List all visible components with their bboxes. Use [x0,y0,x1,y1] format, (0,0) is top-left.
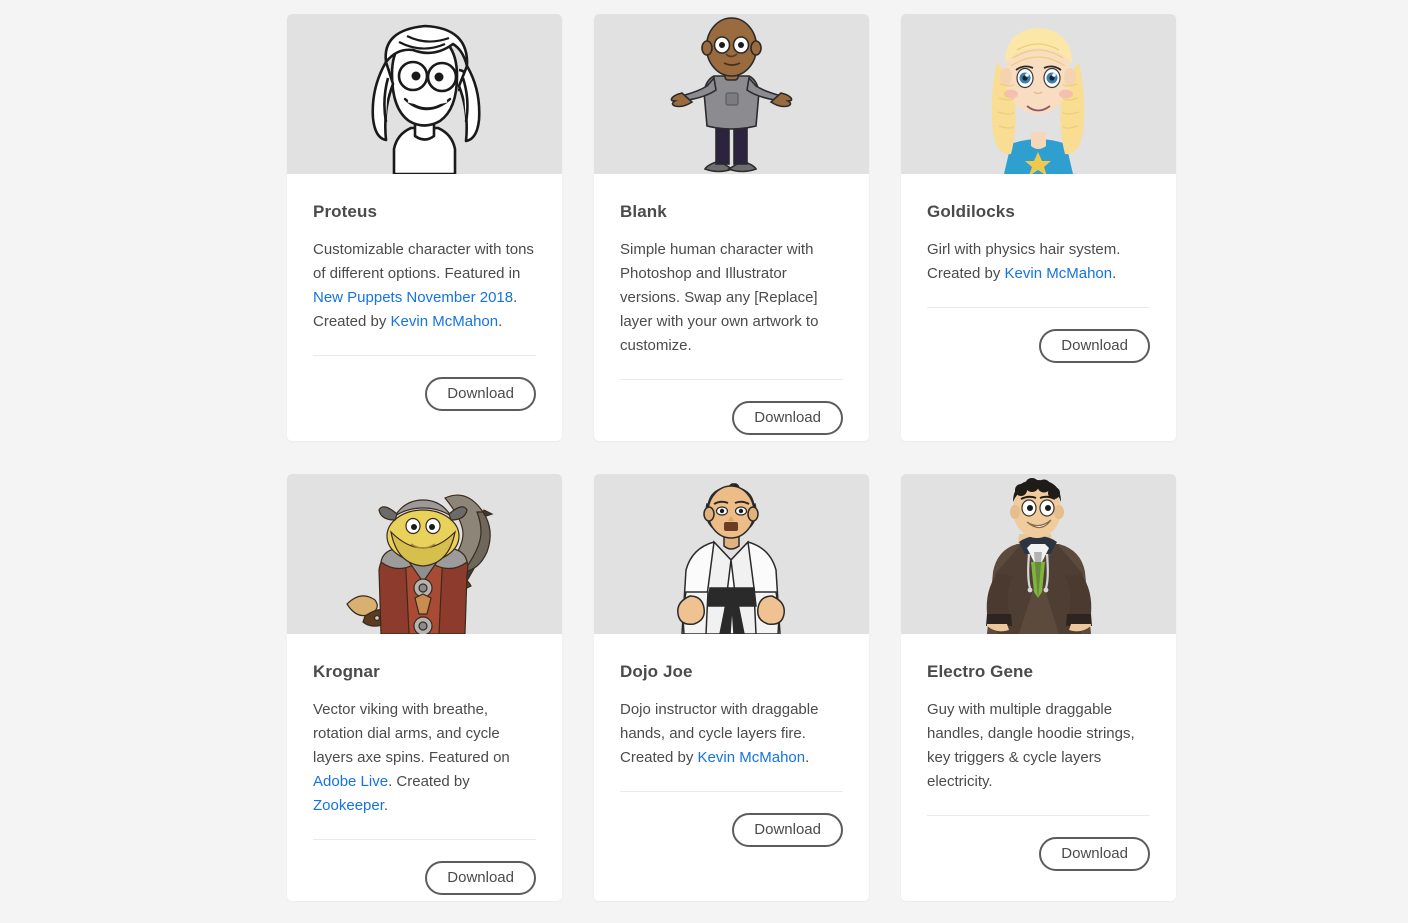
card-actions: Download [313,840,536,895]
puppet-thumbnail [594,474,869,634]
card-actions: Download [927,816,1150,871]
card-spacer [313,411,536,441]
puppet-card[interactable]: Dojo Joe Dojo instructor with draggable … [594,474,869,901]
puppet-description: Dojo instructor with draggable hands, an… [620,701,819,766]
card-actions: Download [313,356,536,411]
puppet-card-body: Electro Gene Guy with multiple draggable… [901,634,1176,901]
card-spacer [620,435,843,441]
description-link[interactable]: Adobe Live [313,773,388,790]
puppet-card[interactable]: Electro Gene Guy with multiple draggable… [901,474,1176,901]
puppet-description: Customizable character with tons of diff… [313,241,534,330]
puppet-description: Girl with physics hair system. Created b… [927,241,1121,282]
puppet-card-body: Blank Simple human character with Photos… [594,174,869,441]
goldilocks-character-thumbnail [991,28,1085,174]
download-button[interactable]: Download [732,813,843,847]
description-link[interactable]: Kevin McMahon [1005,265,1113,282]
dojo-joe-character-thumbnail [677,483,785,634]
blank-character-thumbnail [670,17,793,173]
description-link[interactable]: Kevin McMahon [391,313,499,330]
krognar-character-thumbnail [346,494,494,634]
puppet-card[interactable]: Proteus Customizable character with tons… [287,14,562,441]
puppet-thumbnail [287,14,562,174]
puppet-title: Blank [620,202,667,221]
electro-gene-character-thumbnail [986,478,1092,634]
puppet-thumbnail [901,14,1176,174]
download-button[interactable]: Download [425,377,536,411]
puppet-card-body: Krognar Vector viking with breathe, rota… [287,634,562,901]
puppet-card[interactable]: Blank Simple human character with Photos… [594,14,869,441]
download-button[interactable]: Download [1039,329,1150,363]
puppet-title: Dojo Joe [620,662,693,681]
card-spacer [313,895,536,901]
puppet-card-grid: Proteus Customizable character with tons… [287,14,1181,901]
puppet-card-body: Proteus Customizable character with tons… [287,174,562,441]
download-button[interactable]: Download [732,401,843,435]
puppet-title: Krognar [313,662,380,681]
puppet-thumbnail [594,14,869,174]
card-spacer [620,847,843,901]
description-link[interactable]: Zookeeper [313,797,384,814]
card-spacer [927,363,1150,441]
card-spacer [927,871,1150,901]
puppet-description: Vector viking with breathe, rotation dia… [313,701,510,814]
puppet-thumbnail [901,474,1176,634]
puppet-description: Simple human character with Photoshop an… [620,241,819,354]
puppet-card[interactable]: Krognar Vector viking with breathe, rota… [287,474,562,901]
puppet-card-body: Goldilocks Girl with physics hair system… [901,174,1176,441]
puppet-title: Proteus [313,202,377,221]
download-button[interactable]: Download [425,861,536,895]
puppet-description: Guy with multiple draggable handles, dan… [927,701,1135,790]
puppet-thumbnail [287,474,562,634]
puppet-card[interactable]: Goldilocks Girl with physics hair system… [901,14,1176,441]
card-actions: Download [927,308,1150,363]
puppet-title: Goldilocks [927,202,1015,221]
download-button[interactable]: Download [1039,837,1150,871]
proteus-character-thumbnail [371,24,481,174]
description-link[interactable]: Kevin McMahon [698,749,806,766]
card-actions: Download [620,380,843,435]
puppet-title: Electro Gene [927,662,1034,681]
card-actions: Download [620,792,843,847]
description-link[interactable]: New Puppets November 2018 [313,289,513,306]
puppet-card-body: Dojo Joe Dojo instructor with draggable … [594,634,869,901]
